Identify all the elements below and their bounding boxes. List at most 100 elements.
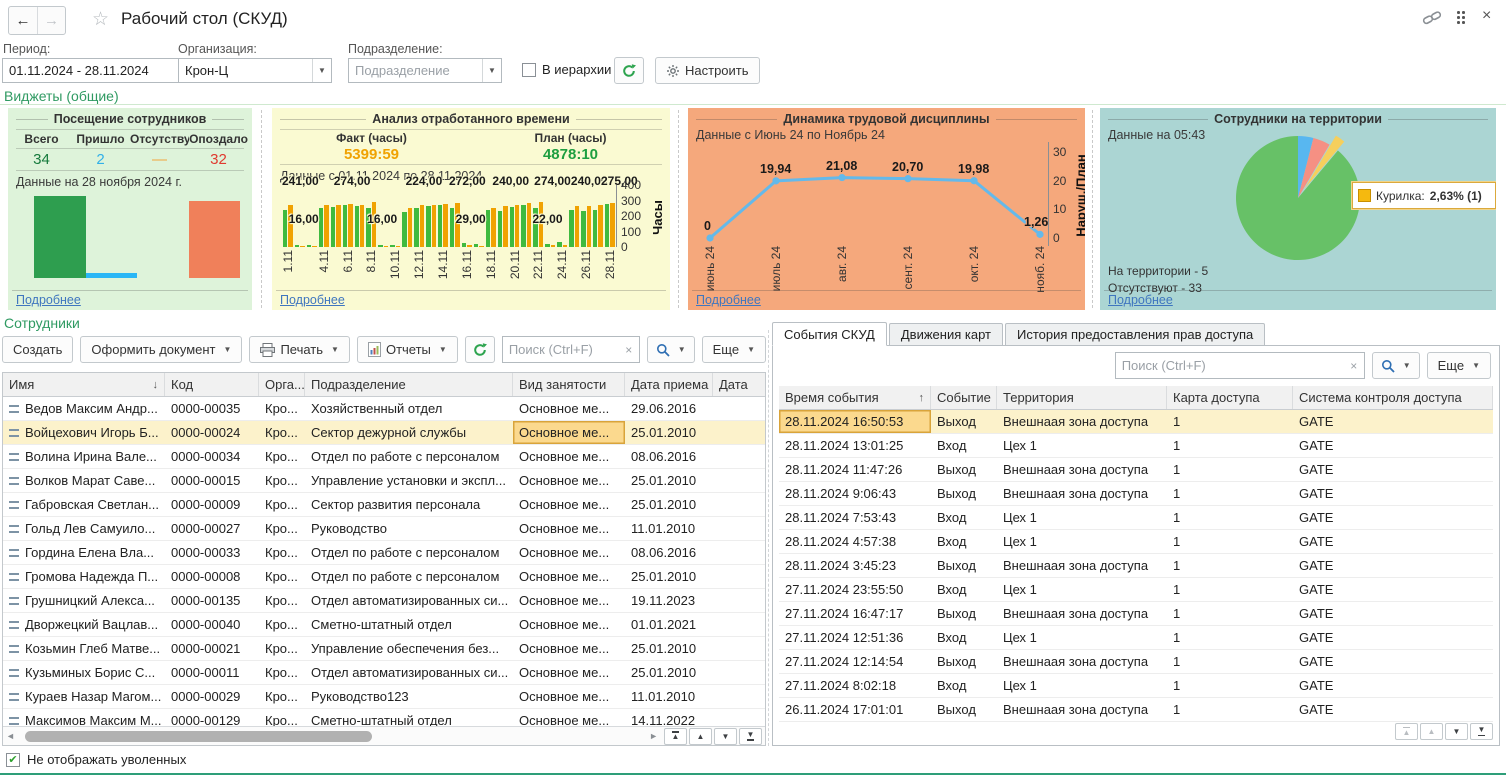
employees-search[interactable]: × (502, 336, 640, 363)
employees-col-0[interactable]: Имя↓ (3, 373, 165, 396)
go-first-button[interactable]: ▲ (1395, 723, 1418, 740)
events-search[interactable]: × (1115, 352, 1365, 379)
go-next-button[interactable]: ▼ (1445, 723, 1468, 740)
day-group (544, 185, 556, 247)
department-dropdown-icon[interactable]: ▼ (482, 59, 501, 82)
employee-row[interactable]: Гордина Елена Вла...0000-00033Кро...Отде… (3, 541, 765, 565)
events-search-options-button[interactable]: ▼ (1372, 352, 1420, 379)
create-button[interactable]: Создать (2, 336, 73, 363)
tab-access-rights-history[interactable]: История предоставления прав доступа (1005, 323, 1265, 346)
hierarchy-checkbox[interactable] (522, 63, 536, 77)
favorite-star-icon[interactable]: ☆ (92, 8, 109, 31)
employee-row[interactable]: Козьмин Глеб Матве...0000-00021Кро...Упр… (3, 637, 765, 661)
employees-more-button[interactable]: Еще▼ (702, 336, 766, 363)
hours-bar (575, 206, 579, 247)
employee-cell: 01.01.2021 (625, 613, 713, 636)
employees-col-3[interactable]: Подразделение (305, 373, 513, 396)
employee-row[interactable]: Кузьминых Борис С...0000-00011Кро...Отде… (3, 661, 765, 685)
go-next-button[interactable]: ▼ (714, 728, 737, 745)
employee-row[interactable]: Максимов Максим М...0000-00129Кро...Смет… (3, 709, 765, 727)
clear-search-icon[interactable]: × (619, 343, 639, 357)
go-last-button[interactable]: ▼ (1470, 723, 1493, 740)
employees-hscrollbar[interactable]: ◄ ► ▲ ▲ ▼ ▼ (3, 726, 765, 745)
event-row[interactable]: 28.11.2024 13:01:25ВходЦех 11GATE (779, 434, 1493, 458)
clear-search-icon[interactable]: × (1344, 359, 1364, 373)
event-row[interactable]: 27.11.2024 12:51:36ВходЦех 11GATE (779, 626, 1493, 650)
employees-col-5[interactable]: Дата приема (625, 373, 713, 396)
make-document-button[interactable]: Оформить документ▼ (80, 336, 242, 363)
print-button[interactable]: Печать▼ (249, 336, 350, 363)
close-icon[interactable]: × (1482, 7, 1491, 25)
refresh-button[interactable] (614, 57, 644, 84)
scroll-left-icon[interactable]: ◄ (6, 731, 15, 741)
go-prev-button[interactable]: ▲ (1420, 723, 1443, 740)
employee-row[interactable]: Кураев Назар Магом...0000-00029Кро...Рук… (3, 685, 765, 709)
organization-combo[interactable]: ▼ (178, 58, 332, 83)
go-last-button[interactable]: ▼ (739, 728, 762, 745)
employees-col-1[interactable]: Код (165, 373, 259, 396)
employee-row[interactable]: Дворжецкий Вацлав...0000-00040Кро...Смет… (3, 613, 765, 637)
event-row[interactable]: 27.11.2024 12:14:54ВыходВнешнаая зона до… (779, 650, 1493, 674)
attendance-more-link[interactable]: Подробнее (16, 293, 81, 307)
back-button[interactable]: ← (9, 7, 37, 34)
forward-button[interactable]: → (37, 7, 65, 34)
go-first-button[interactable]: ▲ (664, 728, 687, 745)
event-cell: 28.11.2024 16:50:53 (779, 410, 931, 433)
employee-row[interactable]: Войцехович Игорь Б...0000-00024Кро...Сек… (3, 421, 765, 445)
events-col-3[interactable]: Карта доступа (1167, 386, 1293, 409)
employees-col-6[interactable]: Дата (713, 373, 766, 396)
hours-more-link[interactable]: Подробнее (280, 293, 345, 307)
event-row[interactable]: 27.11.2024 16:47:17ВыходВнешнаая зона до… (779, 602, 1493, 626)
employee-row[interactable]: Ведов Максим Андр...0000-00035Кро...Хозя… (3, 397, 765, 421)
event-row[interactable]: 28.11.2024 3:45:23ВыходВнешнаая зона дос… (779, 554, 1493, 578)
territory-more-link[interactable]: Подробнее (1108, 293, 1173, 307)
department-combo[interactable]: ▼ (348, 58, 502, 83)
more-menu-icon[interactable] (1457, 11, 1466, 25)
employees-search-options-button[interactable]: ▼ (647, 336, 695, 363)
hide-fired-checkbox[interactable]: ✔ (6, 753, 20, 767)
employee-row[interactable]: Волков Марат Саве...0000-00015Кро...Упра… (3, 469, 765, 493)
employee-row[interactable]: Волина Ирина Вале...0000-00034Кро...Отде… (3, 445, 765, 469)
get-link-icon[interactable] (1422, 10, 1442, 29)
events-col-4[interactable]: Система контроля доступа (1293, 386, 1493, 409)
event-row[interactable]: 26.11.2024 17:01:01ВыходВнешнаая зона до… (779, 698, 1493, 722)
event-row[interactable]: 27.11.2024 8:02:18ВходЦех 11GATE (779, 674, 1493, 698)
employee-row[interactable]: Грушницкий Алекса...0000-00135Кро...Отде… (3, 589, 765, 613)
period-input[interactable] (2, 58, 192, 83)
organization-dropdown-icon[interactable]: ▼ (312, 59, 331, 82)
tab-card-movements[interactable]: Движения карт (889, 323, 1003, 346)
discipline-more-link[interactable]: Подробнее (696, 293, 761, 307)
events-search-input[interactable] (1116, 358, 1344, 373)
configure-button[interactable]: Настроить (655, 57, 760, 84)
employees-col-4[interactable]: Вид занятости (513, 373, 625, 396)
organization-value[interactable] (179, 59, 312, 82)
event-row[interactable]: 28.11.2024 4:57:38ВходЦех 11GATE (779, 530, 1493, 554)
event-row[interactable]: 28.11.2024 11:47:26ВыходВнешнаая зона до… (779, 458, 1493, 482)
report-icon (368, 342, 381, 357)
events-more-button[interactable]: Еще▼ (1427, 352, 1491, 379)
employee-row[interactable]: Габровская Светлан...0000-00009Кро...Сек… (3, 493, 765, 517)
event-row[interactable]: 28.11.2024 7:53:43ВходЦех 11GATE (779, 506, 1493, 530)
period-value[interactable] (3, 59, 191, 82)
day-group (473, 185, 485, 247)
event-row[interactable]: 28.11.2024 16:50:53ВыходВнешнаая зона до… (779, 410, 1493, 434)
tab-skud-events[interactable]: События СКУД (772, 322, 887, 346)
hours-plan-label: План (часы) (471, 131, 670, 145)
events-col-1[interactable]: Событие (931, 386, 997, 409)
department-value[interactable] (349, 59, 482, 82)
scrollbar-thumb[interactable] (25, 731, 372, 742)
employees-refresh-button[interactable] (465, 336, 495, 363)
employees-col-2[interactable]: Орга... (259, 373, 305, 396)
employee-row[interactable]: Громова Надежда П...0000-00008Кро...Отде… (3, 565, 765, 589)
go-prev-button[interactable]: ▲ (689, 728, 712, 745)
events-col-2[interactable]: Территория (997, 386, 1167, 409)
event-row[interactable]: 27.11.2024 23:55:50ВходЦех 11GATE (779, 578, 1493, 602)
event-row[interactable]: 28.11.2024 9:06:43ВыходВнешнаая зона дос… (779, 482, 1493, 506)
scroll-right-icon[interactable]: ► (649, 731, 658, 741)
employees-search-input[interactable] (503, 342, 619, 357)
event-cell: 1 (1167, 698, 1293, 721)
events-col-0[interactable]: Время события↑ (779, 386, 931, 409)
reports-button[interactable]: Отчеты▼ (357, 336, 458, 363)
employee-row[interactable]: Гольд Лев Самуило...0000-00027Кро...Руко… (3, 517, 765, 541)
scrollbar-track[interactable] (17, 730, 647, 743)
